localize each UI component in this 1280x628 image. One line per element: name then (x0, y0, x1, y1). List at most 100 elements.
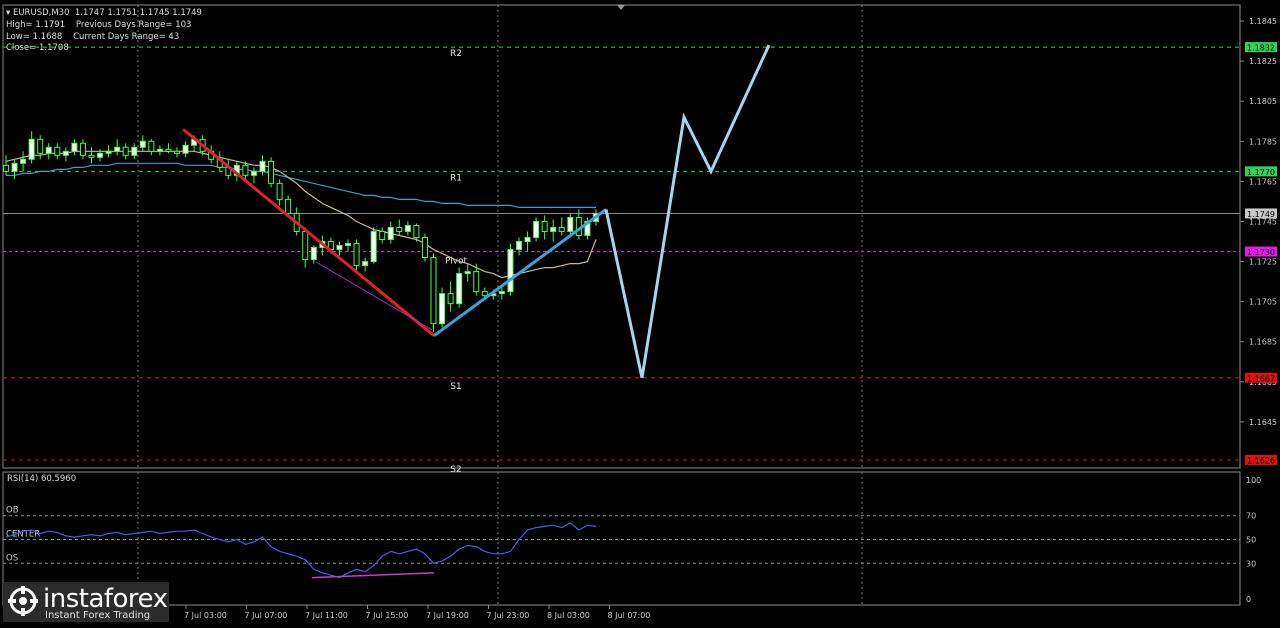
candle (174, 147, 180, 158)
candle-body (387, 226, 394, 241)
rsi-tick-label: 100 (1246, 476, 1261, 485)
candle-body (182, 144, 189, 154)
candle-body (353, 243, 360, 267)
rsi-os-label: OS (6, 553, 18, 563)
time-tick-label: 7 Jul 11:00 (305, 611, 348, 620)
candle (456, 267, 463, 308)
candle-body (242, 164, 249, 176)
candle-body (139, 140, 146, 148)
price-tick-label: 1.1685 (1249, 338, 1277, 347)
logo-mark-icon (8, 586, 38, 616)
candle-body (302, 230, 309, 261)
candle (11, 159, 18, 180)
candle (516, 237, 522, 256)
candle-body (447, 293, 454, 305)
s2-price-badge-label: 1.1626 (1247, 456, 1275, 465)
candle (122, 143, 129, 160)
candle (310, 245, 317, 264)
candle (88, 147, 95, 164)
candle (550, 219, 557, 242)
chart-canvas[interactable]: 1.18451.18251.18051.17851.17651.17451.17… (0, 0, 1280, 624)
divergence-price-line (315, 261, 433, 331)
candle (379, 227, 386, 244)
price-tick-label: 1.1805 (1249, 97, 1277, 106)
candle (362, 257, 369, 272)
candle (447, 281, 454, 312)
candle-body (473, 271, 480, 293)
s2-label: S2 (450, 465, 461, 475)
candle-body (362, 261, 369, 267)
candle (558, 217, 565, 236)
price-tick-label: 1.1765 (1249, 177, 1277, 186)
candle-body (62, 150, 69, 156)
price-tick-label: 1.1725 (1249, 258, 1277, 267)
candle-body (430, 257, 437, 325)
candle (156, 145, 163, 156)
ma-slow-line (6, 162, 596, 208)
price-tick-label: 1.1825 (1249, 57, 1277, 66)
candle (71, 139, 78, 156)
candle-body (310, 247, 317, 261)
down-trend-line (182, 128, 435, 337)
candle (45, 143, 52, 160)
logo-tagline: Instant Forex Trading (45, 610, 151, 621)
candle-body (79, 142, 86, 156)
candle (396, 219, 403, 236)
close-label: Close= 1.1708 (6, 43, 69, 53)
rsi-title: RSI(14) 60.5960 (7, 474, 76, 484)
up-trend-line (433, 208, 607, 337)
price-tick-label: 1.1705 (1249, 298, 1277, 307)
instaforex-logo: instaforex Instant Forex Trading (3, 582, 169, 622)
candle (439, 287, 446, 328)
candle-body (464, 271, 471, 275)
candle (139, 135, 146, 152)
candle-body (71, 142, 78, 152)
r1-price-badge-label: 1.1770 (1247, 168, 1275, 177)
candle-body (481, 291, 488, 297)
candle-body (276, 182, 283, 200)
time-tick-label: 7 Jul 07:00 (245, 611, 288, 620)
candle (268, 157, 275, 188)
prev-range-label: Previous Days Range= 103 (75, 20, 192, 30)
dropdown-triangle-icon[interactable]: ▾ (6, 8, 13, 18)
candle (105, 145, 112, 158)
candle-body (28, 138, 35, 160)
s1-label: S1 (450, 382, 461, 392)
candle-body (336, 245, 343, 251)
candle-body (88, 154, 95, 158)
candle (507, 243, 514, 296)
candle-body (285, 198, 292, 214)
candle (541, 215, 548, 240)
candle-body (370, 230, 377, 263)
r2-price-badge-label: 1.1832 (1247, 44, 1275, 53)
candle-body (268, 160, 275, 184)
main-pane-frame (2, 4, 1241, 469)
candle-body (379, 230, 386, 241)
candle (302, 227, 309, 268)
candle (421, 233, 428, 262)
candle (498, 287, 505, 300)
candle-body (498, 291, 505, 295)
rsi-pane-frame (2, 471, 1241, 606)
candle (131, 143, 138, 160)
price-tick-label: 1.1845 (1249, 17, 1277, 26)
current-price-badge-label: 1.1749 (1247, 210, 1275, 219)
candle (250, 167, 257, 184)
rsi-tick-label: 50 (1246, 536, 1256, 545)
time-tick-label: 8 Jul 03:00 (547, 611, 590, 620)
candle-body (524, 237, 531, 243)
candle-body (97, 152, 104, 158)
header-high-line: High= 1.1791 Previous Days Range= 103 (6, 20, 191, 31)
trading-chart[interactable]: 1.1845 1.1825 1.1805 1.1785 1.1765 1.1745 1.17… (0, 0, 1280, 624)
candle (575, 209, 582, 240)
candle-body (3, 164, 9, 172)
candle-body (148, 140, 155, 152)
candle (524, 231, 531, 252)
candle (28, 131, 35, 164)
candle-body (413, 224, 420, 239)
candle-body (156, 148, 163, 152)
rsi-tick-label: 30 (1246, 559, 1256, 568)
pivot-price-badge-label: 1.1730 (1247, 248, 1275, 257)
candle (114, 139, 121, 156)
candle (387, 221, 394, 244)
